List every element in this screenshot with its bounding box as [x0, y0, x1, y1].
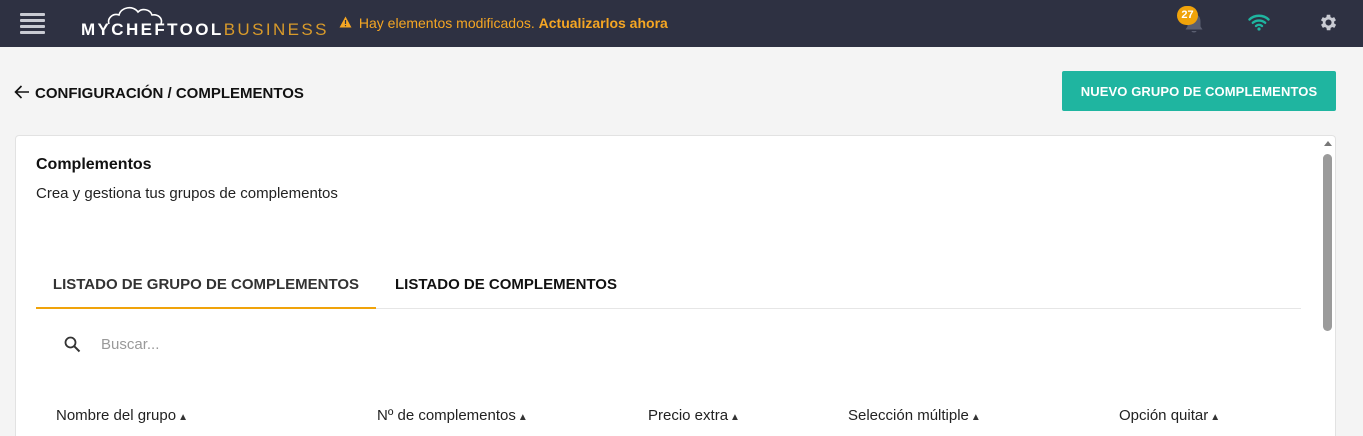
- modified-elements-alert: Hay elementos modificados. Actualizarlos…: [339, 15, 668, 31]
- column-header-label: Selección múltiple: [848, 407, 969, 424]
- breadcrumb: CONFIGURACIÓN / COMPLEMENTOS: [35, 85, 304, 102]
- tab-complement-list[interactable]: LISTADO DE COMPLEMENTOS: [376, 266, 636, 309]
- tabs: LISTADO DE GRUPO DE COMPLEMENTOS LISTADO…: [36, 266, 1301, 309]
- sort-caret-icon: ▲: [1210, 412, 1221, 423]
- update-now-link[interactable]: Actualizarlos ahora: [539, 15, 668, 31]
- scroll-up-arrow-icon[interactable]: [1324, 141, 1332, 146]
- gear-icon[interactable]: [1318, 12, 1339, 33]
- sort-caret-icon: ▲: [970, 412, 981, 423]
- search-input[interactable]: [101, 332, 601, 356]
- card-subtitle: Crea y gestiona tus grupos de complement…: [36, 185, 338, 202]
- tab-group-list[interactable]: LISTADO DE GRUPO DE COMPLEMENTOS: [36, 266, 376, 309]
- column-header-label: Precio extra: [648, 407, 729, 424]
- column-header-multiple-selection[interactable]: Selección múltiple ▲: [848, 407, 981, 424]
- column-header-label: Opción quitar: [1119, 407, 1209, 424]
- logo-text-primary: MYCHEFTOOL: [81, 20, 224, 39]
- card-scrollbar[interactable]: [1320, 137, 1335, 436]
- sort-caret-icon: ▲: [730, 412, 740, 423]
- complements-card: Complementos Crea y gestiona tus grupos …: [15, 135, 1336, 436]
- column-header-label: Nº de complementos: [377, 407, 516, 424]
- hamburger-icon[interactable]: [20, 12, 45, 34]
- wifi-icon[interactable]: [1248, 13, 1270, 31]
- column-header-complement-count[interactable]: Nº de complementos ▲: [377, 407, 528, 424]
- app-logo[interactable]: MYCHEFTOOLBUSINESS: [81, 6, 326, 40]
- alert-text: Hay elementos modificados.: [358, 15, 535, 31]
- top-navigation-bar: MYCHEFTOOLBUSINESS Hay elementos modific…: [0, 0, 1363, 47]
- notification-count-badge: 27: [1177, 6, 1198, 25]
- sort-caret-icon: ▲: [178, 412, 188, 423]
- logo-text-secondary: BUSINESS: [223, 20, 329, 39]
- search-icon: [64, 336, 81, 353]
- column-header-group-name[interactable]: Nombre del grupo ▲: [56, 407, 188, 424]
- back-arrow-icon[interactable]: [14, 83, 30, 101]
- card-title: Complementos: [36, 156, 152, 173]
- column-header-extra-price[interactable]: Precio extra ▲: [648, 407, 740, 424]
- column-header-remove-option[interactable]: Opción quitar ▲: [1119, 407, 1220, 424]
- new-complement-group-button[interactable]: NUEVO GRUPO DE COMPLEMENTOS: [1062, 71, 1336, 111]
- column-header-label: Nombre del grupo: [56, 407, 177, 424]
- warning-icon: [339, 16, 352, 28]
- sort-caret-icon: ▲: [517, 412, 528, 423]
- scrollbar-thumb[interactable]: [1323, 154, 1332, 331]
